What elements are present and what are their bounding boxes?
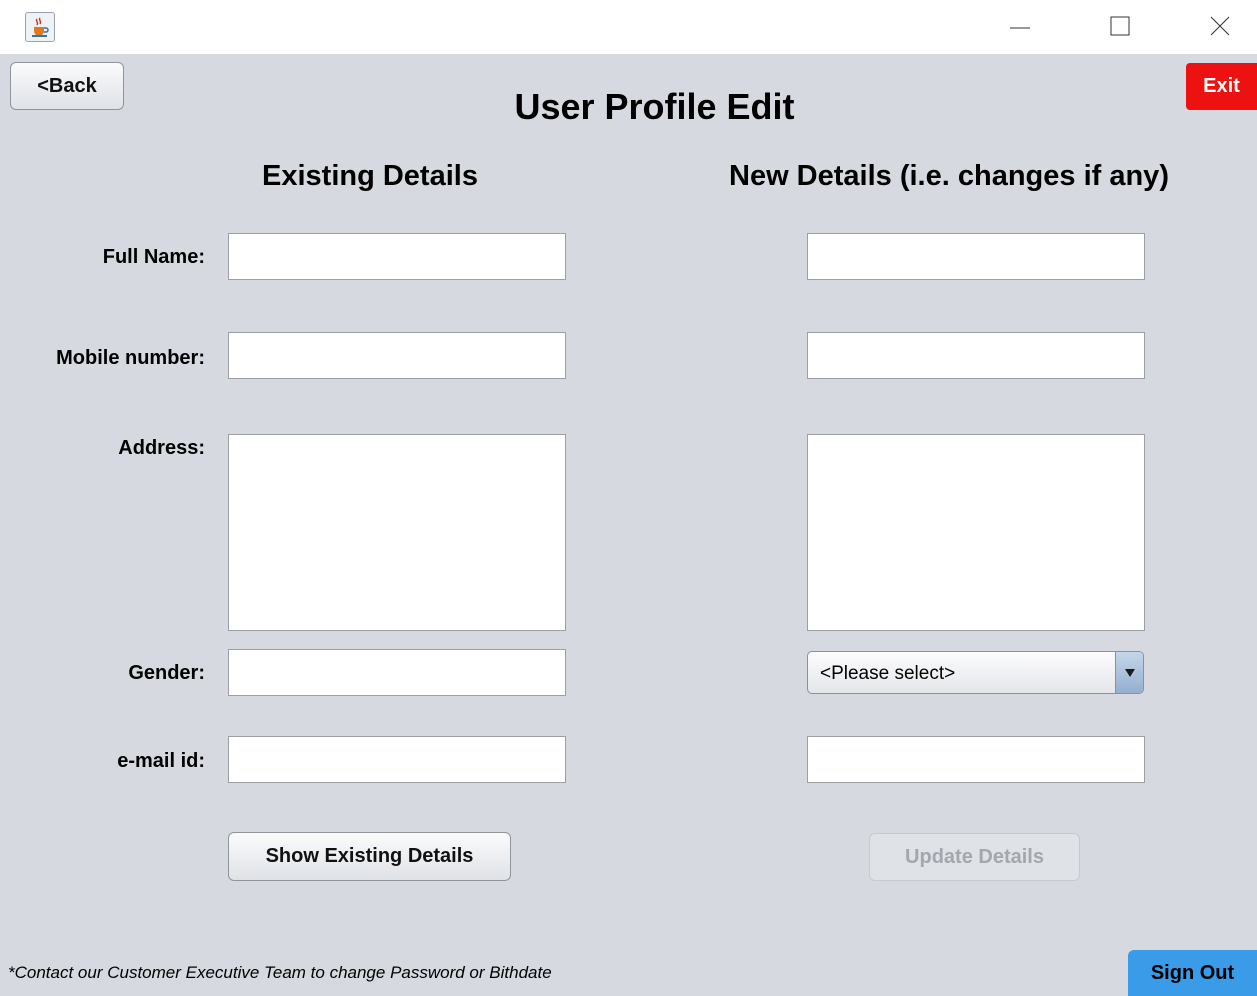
gender-select-value: <Please select> <box>820 663 956 684</box>
chevron-down-icon[interactable] <box>1115 652 1143 693</box>
close-button[interactable] <box>1190 0 1250 54</box>
existing-email-field[interactable] <box>228 736 566 783</box>
java-cup-icon[interactable] <box>25 12 55 42</box>
maximize-button[interactable] <box>1090 0 1150 54</box>
new-address-textarea[interactable] <box>807 434 1145 631</box>
sign-out-button[interactable]: Sign Out <box>1128 950 1257 996</box>
gender-select[interactable]: <Please select> <box>807 651 1144 694</box>
email-label: e-mail id: <box>117 750 205 772</box>
mobile-label: Mobile number: <box>56 347 205 369</box>
minimize-button[interactable] <box>990 0 1050 54</box>
window-titlebar <box>0 0 1257 54</box>
full-name-label: Full Name: <box>102 246 205 268</box>
existing-address-textarea[interactable] <box>228 434 566 631</box>
new-mobile-input[interactable] <box>807 332 1145 379</box>
existing-gender-field[interactable] <box>228 649 566 696</box>
new-full-name-input[interactable] <box>807 233 1145 280</box>
footnote: *Contact our Customer Executive Team to … <box>8 963 552 982</box>
maximize-icon <box>1110 16 1130 36</box>
update-details-button[interactable]: Update Details <box>869 833 1080 881</box>
address-label: Address: <box>118 437 205 459</box>
new-email-input[interactable] <box>807 736 1145 783</box>
existing-full-name-field[interactable] <box>228 233 566 280</box>
existing-mobile-field[interactable] <box>228 332 566 379</box>
new-details-heading: New Details (i.e. changes if any) <box>729 160 1169 192</box>
minimize-icon <box>1010 27 1030 29</box>
gender-label: Gender: <box>128 662 205 684</box>
show-existing-details-button[interactable]: Show Existing Details <box>228 832 511 881</box>
existing-details-heading: Existing Details <box>262 160 478 192</box>
page-title: User Profile Edit <box>514 86 795 127</box>
close-icon <box>1210 16 1230 36</box>
